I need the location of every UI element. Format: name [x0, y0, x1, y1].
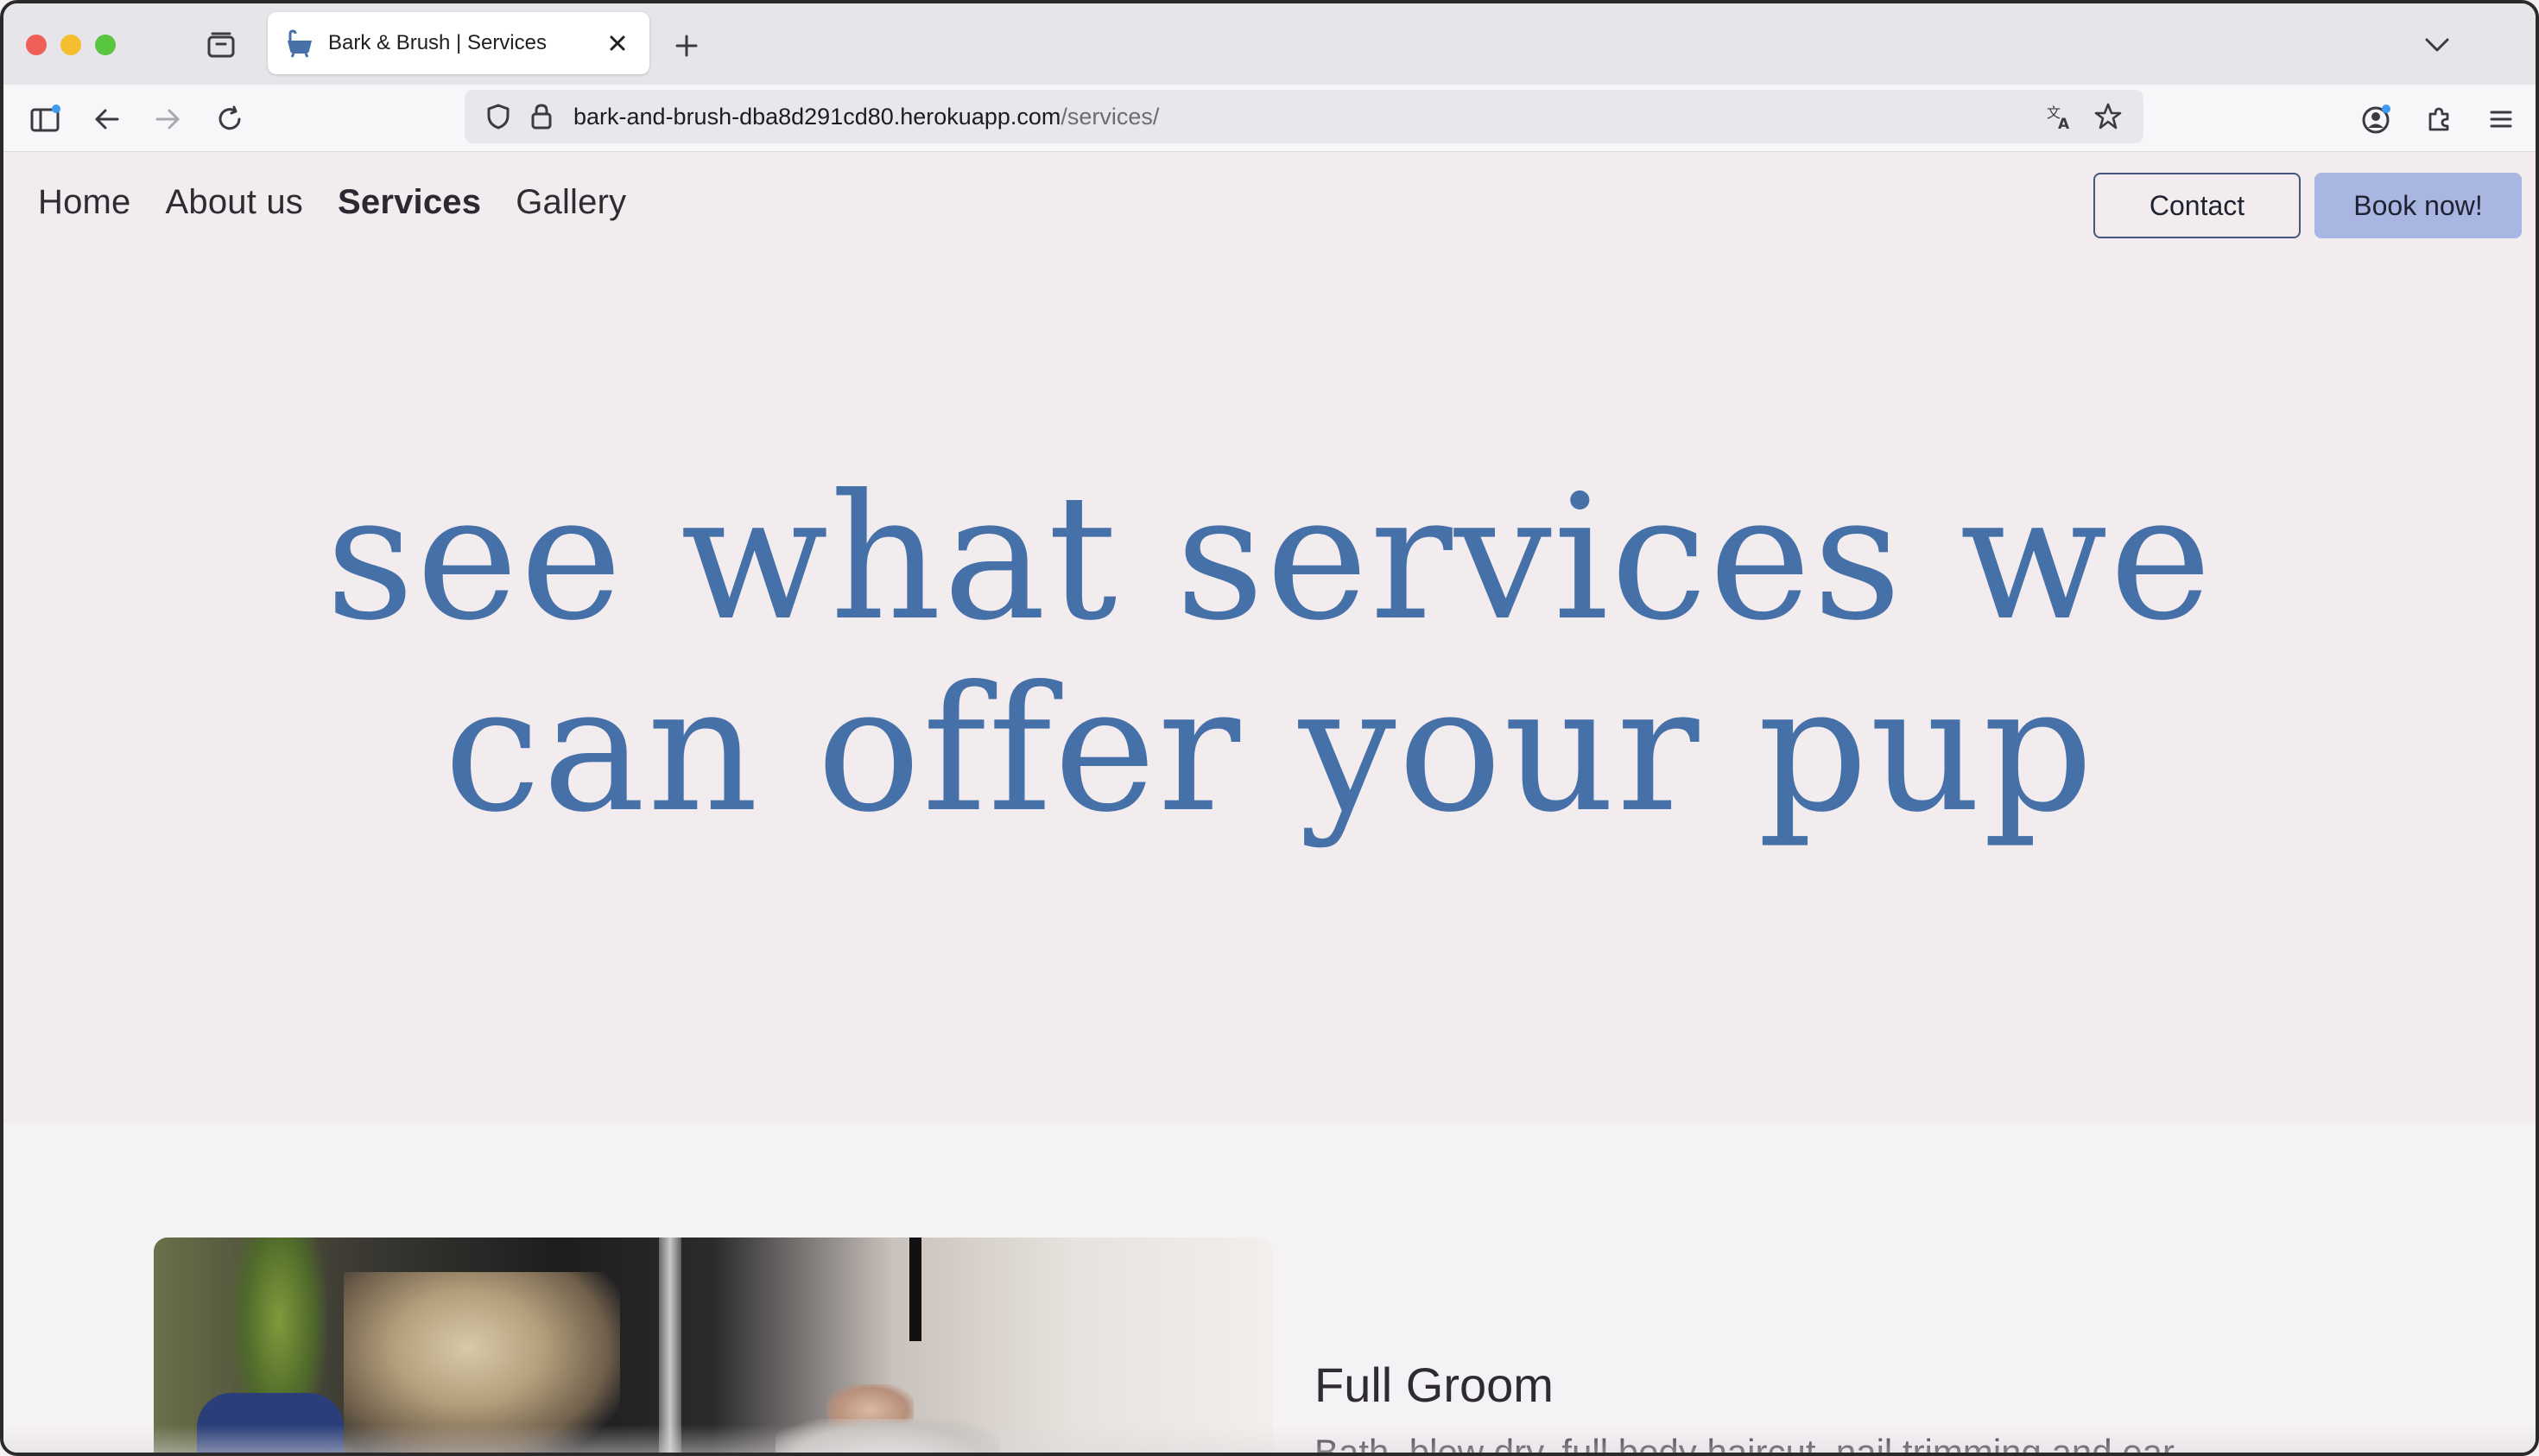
- puzzle-icon[interactable]: [2420, 100, 2458, 138]
- page-content: Home About us Services Gallery Contact B…: [3, 152, 2536, 1456]
- tab-overview-icon[interactable]: [202, 28, 240, 62]
- nav-link-services[interactable]: Services: [338, 183, 481, 222]
- lock-icon[interactable]: [530, 103, 553, 130]
- full-groom-photo: [154, 1238, 1273, 1453]
- hero-title-line-2: can offer your pup: [444, 649, 2095, 851]
- service-name: Full Groom: [1314, 1358, 1554, 1412]
- url-host: bark-and-brush-dba8d291cd80.herokuapp.co…: [573, 103, 1061, 130]
- site-nav: Home About us Services Gallery: [38, 183, 626, 222]
- minimize-window-button[interactable]: [60, 35, 81, 55]
- chevron-down-icon[interactable]: [2418, 28, 2456, 62]
- reload-icon[interactable]: [211, 100, 249, 138]
- translate-icon[interactable]: 文A: [2045, 102, 2074, 131]
- hero-title: see what services we can offer your pup: [3, 463, 2536, 846]
- browser-toolbar: bark-and-brush-dba8d291cd80.herokuapp.co…: [3, 85, 2536, 152]
- svg-text:A: A: [2058, 116, 2070, 131]
- nav-link-gallery[interactable]: Gallery: [516, 183, 626, 222]
- hero-section: Home About us Services Gallery Contact B…: [3, 152, 2536, 1124]
- sidebar-icon[interactable]: [26, 100, 64, 138]
- hamburger-menu-icon[interactable]: [2482, 100, 2520, 138]
- services-section: Full Groom Bath, blow dry, full body hai…: [3, 1124, 2536, 1456]
- close-tab-icon[interactable]: [603, 28, 632, 58]
- active-tab[interactable]: Bark & Brush | Services: [268, 12, 649, 74]
- account-icon[interactable]: [2358, 100, 2396, 138]
- star-icon[interactable]: [2093, 102, 2123, 131]
- tab-strip: Bark & Brush | Services: [3, 3, 2536, 85]
- back-arrow-icon[interactable]: [88, 100, 126, 138]
- service-description: Bath, blow dry, full body haircut, nail …: [1314, 1432, 2175, 1456]
- nav-link-home[interactable]: Home: [38, 183, 131, 222]
- forward-arrow-icon[interactable]: [149, 100, 187, 138]
- service-card-full-groom: Full Groom Bath, blow dry, full body hai…: [1314, 1357, 2175, 1456]
- tab-title: Bark & Brush | Services: [328, 31, 547, 54]
- zoom-window-button[interactable]: [95, 35, 116, 55]
- bathtub-favicon-icon: [288, 29, 312, 58]
- contact-button[interactable]: Contact: [2093, 173, 2301, 238]
- url-text: bark-and-brush-dba8d291cd80.herokuapp.co…: [573, 104, 1159, 130]
- close-window-button[interactable]: [26, 35, 47, 55]
- book-now-button[interactable]: Book now!: [2314, 173, 2522, 238]
- hero-title-line-1: see what services we: [326, 458, 2213, 659]
- address-bar[interactable]: bark-and-brush-dba8d291cd80.herokuapp.co…: [465, 90, 2143, 143]
- url-path: /services/: [1061, 103, 1160, 130]
- nav-link-about-us[interactable]: About us: [166, 183, 304, 222]
- shield-icon[interactable]: [485, 103, 511, 130]
- plus-icon[interactable]: [668, 28, 705, 64]
- browser-window: Bark & Brush | Services bark-and-brush-d…: [0, 0, 2539, 1456]
